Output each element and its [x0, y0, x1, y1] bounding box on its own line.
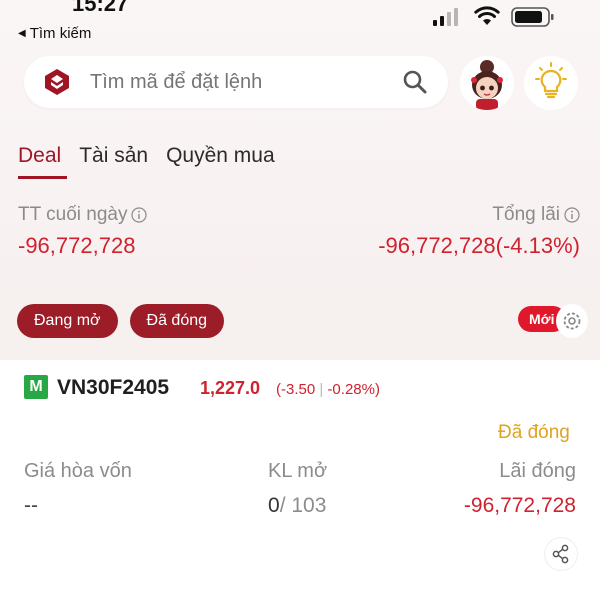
status-bar: 15:27: [0, 0, 600, 27]
tab-bar: Deal Tài sản Quyền mua: [18, 144, 275, 179]
closed-pnl-label: Lãi đóng: [499, 460, 576, 482]
position-card[interactable]: M VN30F2405 1,227.0 (-3.50 | -0.28%) Đã …: [0, 360, 600, 600]
gear-icon: [563, 312, 581, 330]
filter-closed-button[interactable]: Đã đóng: [129, 304, 225, 338]
open-qty-current: 0: [268, 494, 280, 517]
tips-button[interactable]: [524, 56, 578, 110]
eod-label-text: TT cuối ngày: [18, 204, 128, 225]
total-profit-label: Tổng lãi: [492, 204, 580, 226]
wifi-icon: [474, 6, 500, 25]
info-icon[interactable]: [564, 207, 580, 223]
avatar[interactable]: [460, 56, 514, 110]
back-link[interactable]: ◀ Tìm kiếm: [18, 25, 91, 42]
last-price: 1,227.0: [200, 378, 261, 398]
open-qty-total: / 103: [279, 494, 327, 517]
open-qty-value: 0/ 103: [268, 494, 326, 518]
breakeven-value: --: [24, 494, 38, 517]
back-arrow-icon: ◀: [18, 28, 26, 39]
battery-icon: [511, 7, 554, 27]
share-icon: [552, 544, 569, 564]
filter-open-button[interactable]: Đang mở: [17, 304, 118, 338]
eod-label: TT cuối ngày: [18, 204, 148, 226]
search-icon[interactable]: [402, 69, 428, 95]
tab-rights[interactable]: Quyền mua: [166, 144, 275, 168]
position-status: Đã đóng: [498, 422, 570, 443]
settings-button[interactable]: [556, 304, 588, 338]
tab-assets[interactable]: Tài sản: [79, 144, 148, 168]
status-time: 15:27: [72, 0, 129, 16]
brand-logo-icon: [45, 69, 69, 95]
open-qty-label: KL mở: [268, 460, 328, 482]
lightbulb-icon: [535, 62, 567, 99]
filter-group: Đang mở Đã đóng: [17, 304, 225, 338]
ticker-symbol[interactable]: VN30F2405: [57, 376, 169, 400]
market-badge: M: [24, 375, 48, 399]
price-change: (-3.50 | -0.28%): [276, 381, 380, 398]
search-bar[interactable]: [24, 56, 448, 108]
price-change-value: (-3.50: [276, 381, 316, 398]
share-button[interactable]: [545, 538, 577, 570]
eod-value: -96,772,728: [18, 233, 136, 258]
signal-icon: [433, 8, 458, 26]
avatar-image: [460, 56, 514, 110]
search-input[interactable]: [90, 71, 390, 94]
info-icon[interactable]: [131, 207, 148, 223]
tab-deal[interactable]: Deal: [18, 144, 68, 179]
back-label: Tìm kiếm: [29, 25, 92, 42]
total-profit-label-text: Tổng lãi: [492, 204, 560, 225]
price-change-percent: -0.28%): [327, 381, 380, 398]
closed-pnl-value: -96,772,728: [463, 494, 576, 517]
breakeven-label: Giá hòa vốn: [24, 460, 132, 482]
total-profit-value: -96,772,728(-4.13%): [378, 233, 580, 258]
